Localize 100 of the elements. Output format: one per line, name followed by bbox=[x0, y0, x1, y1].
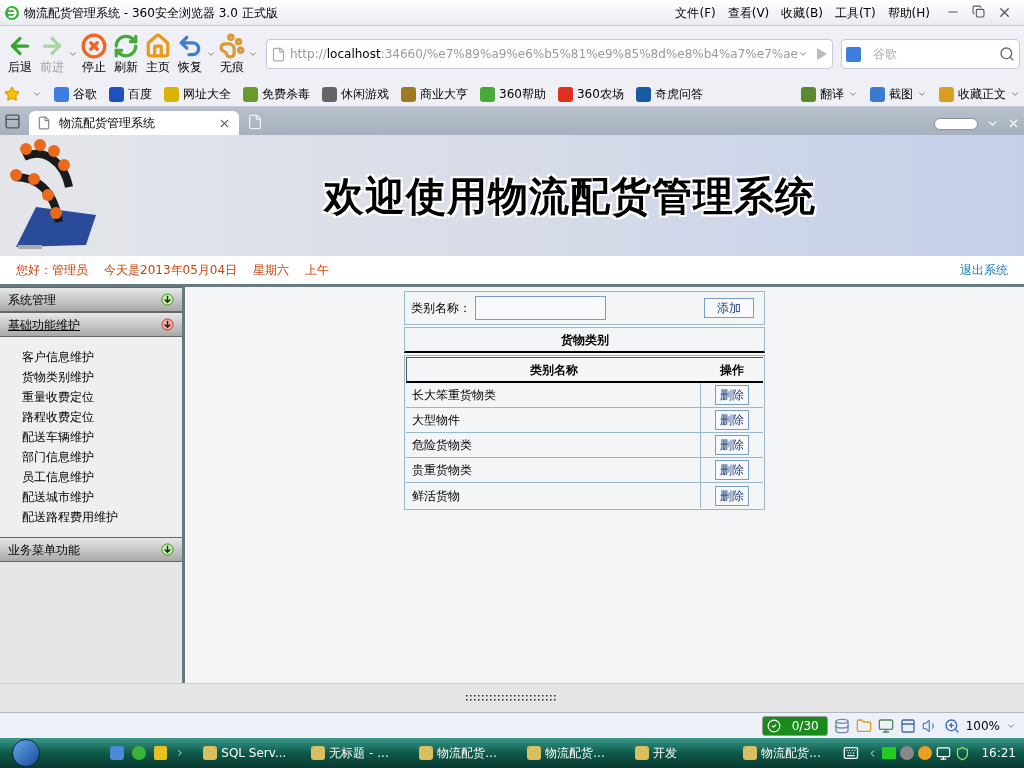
sidebar-section-header[interactable]: 业务菜单功能 bbox=[0, 537, 182, 562]
start-button[interactable] bbox=[12, 739, 40, 767]
tab-search-field[interactable] bbox=[934, 117, 978, 130]
sidebar-item[interactable]: 路程收费定位 bbox=[22, 409, 182, 425]
zoom-icon[interactable] bbox=[943, 717, 960, 734]
menu-item[interactable]: 帮助(H) bbox=[887, 3, 930, 22]
quick-launch-icon[interactable] bbox=[153, 746, 168, 760]
panel-icon[interactable] bbox=[899, 717, 916, 734]
browser-tab[interactable]: 物流配货管理系统 bbox=[29, 111, 239, 135]
counter-badge[interactable]: 0/30 bbox=[761, 715, 828, 736]
bookmark-link[interactable]: 奇虎问答 bbox=[635, 85, 703, 103]
taskbar-item[interactable]: SQL Serv... bbox=[203, 744, 304, 762]
delete-button[interactable]: 删除 bbox=[715, 485, 749, 506]
period-text: 上午 bbox=[305, 262, 330, 279]
down-arrow-icon[interactable] bbox=[161, 543, 174, 556]
toolbar-tool-button[interactable]: 截图 bbox=[870, 85, 927, 103]
bookmark-icon bbox=[243, 86, 258, 102]
bookmark-link[interactable]: 百度 bbox=[109, 85, 152, 103]
dropdown-caret-icon[interactable] bbox=[68, 49, 78, 59]
taskbar-item[interactable]: 物流配货... bbox=[743, 744, 844, 762]
add-button[interactable]: 添加 bbox=[704, 298, 754, 318]
bookmark-link[interactable]: 商业大亨 bbox=[401, 85, 468, 103]
window-icon[interactable] bbox=[877, 717, 894, 734]
sidebar-item[interactable]: 员工信息维护 bbox=[22, 469, 182, 485]
app-icon bbox=[527, 746, 542, 760]
bookmark-icon bbox=[109, 86, 124, 102]
taskbar-item[interactable]: 无标题 - ... bbox=[311, 744, 412, 762]
sidebar-item[interactable]: 部门信息维护 bbox=[22, 449, 182, 465]
delete-button[interactable]: 删除 bbox=[715, 460, 749, 480]
down-arrow-icon[interactable] bbox=[161, 318, 174, 331]
dropdown-caret-icon[interactable] bbox=[206, 49, 216, 59]
menu-item[interactable]: 工具(T) bbox=[834, 3, 876, 22]
dropdown-caret-icon[interactable] bbox=[797, 49, 808, 59]
bookmark-link[interactable]: 谷歌 bbox=[54, 85, 97, 103]
close-icon[interactable] bbox=[997, 5, 1012, 20]
address-bar[interactable]: http://localhost:34660/%e7%89%a9%e6%b5%81%e9%85%8d%e8%b4%a7%e7%ae bbox=[266, 39, 833, 69]
star-icon[interactable] bbox=[4, 86, 20, 102]
delete-button[interactable]: 删除 bbox=[715, 385, 749, 405]
toolbar-tool-button[interactable]: 翻译 bbox=[801, 85, 858, 103]
server-icon[interactable] bbox=[833, 717, 850, 734]
delete-button[interactable]: 删除 bbox=[715, 435, 749, 455]
go-arrow-icon[interactable] bbox=[815, 47, 828, 61]
shield-icon[interactable] bbox=[954, 745, 970, 761]
keyboard-icon[interactable] bbox=[843, 745, 860, 761]
table-title: 货物类别 bbox=[404, 327, 765, 353]
menu-item[interactable]: 收藏(B) bbox=[781, 3, 823, 22]
toolbar-button[interactable]: 无痕 bbox=[216, 33, 248, 75]
undo-icon bbox=[177, 33, 203, 59]
clock: 16:21 bbox=[981, 745, 1016, 762]
quick-launch-icon[interactable] bbox=[109, 746, 124, 760]
app-icon bbox=[743, 746, 758, 760]
dropdown-caret-icon[interactable] bbox=[248, 49, 258, 59]
zoom-level[interactable]: 100% bbox=[965, 716, 1000, 735]
down-arrow-icon[interactable] bbox=[161, 293, 174, 306]
bookmark-link[interactable]: 360农场 bbox=[557, 85, 624, 103]
menu-item[interactable]: 文件(F) bbox=[675, 3, 716, 22]
sidebar-item[interactable]: 客户信息维护 bbox=[22, 349, 182, 365]
logout-link[interactable]: 退出系统 bbox=[960, 261, 1008, 279]
section-label: 基础功能维护 bbox=[8, 316, 80, 334]
drag-handle-icon[interactable] bbox=[466, 695, 558, 701]
toolbar-button[interactable]: 刷新 bbox=[110, 33, 142, 75]
category-name-input[interactable] bbox=[475, 296, 606, 320]
folder-icon[interactable] bbox=[855, 717, 872, 734]
table-cell: 贵重货物类 bbox=[406, 458, 701, 482]
field-label: 类别名称： bbox=[411, 300, 471, 317]
sidebar-item[interactable]: 配送车辆维护 bbox=[22, 429, 182, 445]
sidebar-section-header[interactable]: 系统管理 bbox=[0, 287, 182, 312]
dropdown-caret-icon[interactable] bbox=[32, 89, 42, 99]
search-icon[interactable] bbox=[999, 46, 1015, 62]
bookmark-link[interactable]: 360帮助 bbox=[480, 85, 546, 103]
bookmark-link[interactable]: 休闲游戏 bbox=[322, 85, 389, 103]
restore-icon[interactable] bbox=[972, 5, 985, 18]
toolbar-button[interactable]: 停止 bbox=[78, 33, 110, 75]
bookmark-link[interactable]: 免费杀毒 bbox=[243, 85, 310, 103]
bookmark-icon bbox=[54, 86, 69, 102]
date-text: 今天是2013年05月04日 bbox=[104, 262, 238, 279]
sidebar-section-header[interactable]: 基础功能维护 bbox=[0, 312, 182, 337]
tray-icon[interactable] bbox=[899, 746, 914, 760]
bookmark-link[interactable]: 网址大全 bbox=[164, 85, 231, 103]
toolbar-button[interactable]: 后退 bbox=[4, 33, 36, 75]
toolbar-tool-button[interactable]: 收藏正文 bbox=[939, 85, 1020, 103]
sidebar-item[interactable]: 配送路程费用维护 bbox=[22, 509, 182, 525]
quick-launch-icon[interactable] bbox=[131, 746, 146, 760]
toolbar-button[interactable]: 恢复 bbox=[174, 33, 206, 75]
taskbar-item[interactable]: 物流配货... bbox=[419, 744, 520, 762]
table-cell: 长大笨重货物类 bbox=[406, 383, 701, 407]
delete-button[interactable]: 删除 bbox=[715, 410, 749, 430]
toolbar-button[interactable]: 主页 bbox=[142, 33, 174, 75]
menu-item[interactable]: 查看(V) bbox=[727, 3, 770, 22]
window-title: 物流配货管理系统 - 360安全浏览器 3.0 正式版 bbox=[24, 4, 278, 22]
sidebar-item[interactable]: 重量收费定位 bbox=[22, 389, 182, 405]
taskbar-item[interactable]: 物流配货... bbox=[527, 744, 628, 762]
sidebar-item[interactable]: 配送城市维护 bbox=[22, 489, 182, 505]
sidebar-item[interactable]: 货物类别维护 bbox=[22, 369, 182, 385]
section-label: 系统管理 bbox=[8, 291, 56, 309]
tray-icon[interactable] bbox=[917, 746, 932, 760]
paw-icon bbox=[219, 33, 245, 59]
taskbar-item[interactable]: 开发 bbox=[635, 744, 736, 762]
network-icon[interactable] bbox=[935, 745, 951, 761]
sidebar-toggle-icon[interactable] bbox=[4, 113, 21, 130]
